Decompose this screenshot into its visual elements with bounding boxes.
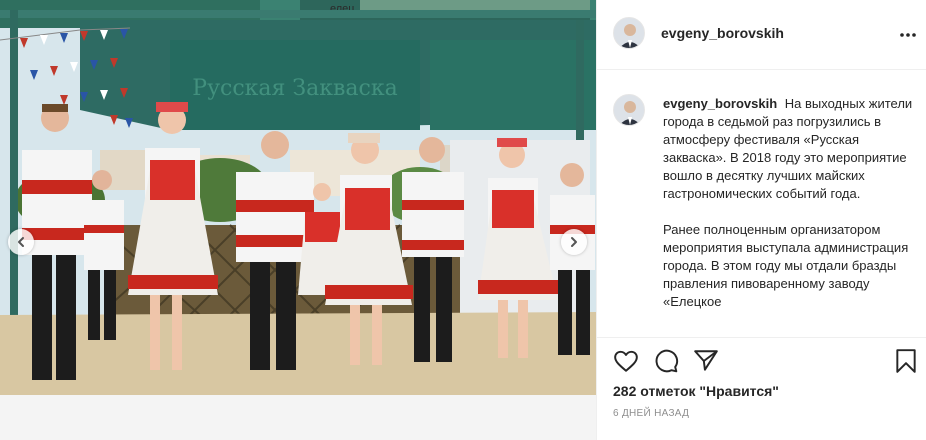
profile-photo-icon — [614, 95, 644, 125]
festival-photo: Русская Закваска елец — [0, 0, 596, 440]
author-avatar[interactable] — [613, 17, 645, 49]
caption-username[interactable]: evgeny_borovskih — [663, 96, 777, 111]
post-sidebar: evgeny_borovskih evgeny_borovskih На вых… — [596, 0, 926, 440]
post-date[interactable]: 6 дней назад — [613, 408, 689, 419]
likes-count[interactable]: 282 отметок "Нравится" — [613, 383, 779, 399]
save-button[interactable] — [893, 348, 919, 374]
bookmark-icon — [896, 349, 916, 373]
caption-paragraph-2: Ранее полноценным организатором мероприя… — [663, 222, 909, 309]
carousel-next-button[interactable] — [561, 229, 587, 255]
comments-section[interactable]: evgeny_borovskih На выходных жители горо… — [597, 71, 926, 337]
carousel-prev-button[interactable] — [8, 229, 34, 255]
profile-photo-icon — [614, 18, 644, 48]
more-icon — [900, 33, 916, 37]
more-options-button[interactable] — [897, 24, 919, 46]
chevron-right-icon — [571, 237, 577, 247]
author-username[interactable]: evgeny_borovskih — [661, 25, 784, 41]
share-icon — [694, 350, 718, 371]
post-caption: evgeny_borovskih На выходных жители горо… — [663, 95, 915, 311]
caption-paragraph-1: На выходных жители города в седьмой раз … — [663, 96, 913, 201]
caption-avatar[interactable] — [613, 94, 645, 126]
banner-text: Русская Закваска — [192, 76, 397, 101]
post-header: evgeny_borovskih — [597, 0, 926, 70]
post-actions: 282 отметок "Нравится" 6 дней назад — [597, 337, 926, 440]
like-button[interactable] — [613, 348, 639, 374]
heart-icon — [614, 350, 638, 372]
comment-button[interactable] — [653, 348, 679, 374]
share-button[interactable] — [693, 348, 719, 374]
post-photo[interactable]: Русская Закваска елец — [0, 0, 596, 440]
chevron-left-icon — [18, 237, 24, 247]
comment-icon — [655, 349, 679, 373]
